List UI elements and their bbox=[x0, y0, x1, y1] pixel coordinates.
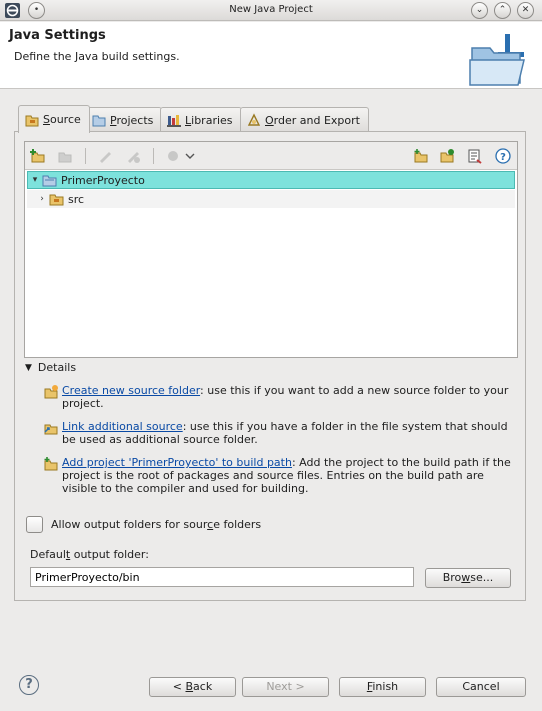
maximize-icon[interactable]: ⌃ bbox=[494, 2, 511, 19]
configure-icon[interactable] bbox=[467, 148, 483, 164]
tab-source-mnemonic: S bbox=[43, 113, 50, 126]
help-icon[interactable]: ? bbox=[495, 148, 511, 164]
source-folder-icon bbox=[25, 115, 39, 126]
svg-text:?: ? bbox=[500, 152, 506, 163]
new-source-folder-icon[interactable] bbox=[413, 148, 429, 164]
page-description: Define the Java build settings. bbox=[14, 50, 180, 63]
link-additional-source-link[interactable]: Link additional source bbox=[62, 420, 183, 433]
allow-output-folders-row[interactable]: Allow output folders for source folders bbox=[26, 516, 261, 533]
tab-projects[interactable]: Projects bbox=[85, 107, 163, 132]
source-toolbar: ? bbox=[25, 142, 517, 170]
tab-source-label: ource bbox=[49, 113, 81, 126]
add-source-folder-icon[interactable] bbox=[30, 148, 46, 164]
page-title: Java Settings bbox=[9, 28, 106, 43]
add-folder-icon[interactable] bbox=[439, 148, 455, 164]
next-button[interactable]: Next > bbox=[242, 677, 329, 697]
create-source-folder-link[interactable]: Create new source folder bbox=[62, 384, 200, 397]
minimize-icon[interactable]: ⌄ bbox=[471, 2, 488, 19]
back-button[interactable]: < Back bbox=[149, 677, 236, 697]
projects-icon bbox=[92, 115, 106, 127]
allow-output-folders-checkbox[interactable] bbox=[26, 516, 43, 533]
title-bar: • New Java Project ⌄ ⌃ ✕ bbox=[0, 0, 542, 21]
tab-projects-label: rojects bbox=[116, 113, 154, 127]
chevron-down-icon[interactable] bbox=[185, 148, 195, 164]
java-project-icon bbox=[42, 175, 57, 187]
toolbar-separator bbox=[153, 148, 154, 164]
chevron-down-icon: ▼ bbox=[25, 362, 32, 373]
order-export-icon bbox=[247, 113, 261, 126]
allow-output-folders-label: Allow output folders for source folders bbox=[51, 518, 262, 531]
edit-icon[interactable] bbox=[97, 148, 113, 164]
link-source-icon bbox=[44, 424, 58, 435]
help-icon[interactable]: ? bbox=[19, 675, 39, 695]
details-section-toggle[interactable]: ▼ Details bbox=[25, 361, 76, 374]
default-output-folder-input[interactable] bbox=[30, 567, 414, 587]
add-to-build-path-icon bbox=[44, 457, 58, 471]
source-folder-tree-box: ? ▾ PrimerProyecto › src bbox=[24, 141, 518, 358]
tree-label-project: PrimerProyecto bbox=[61, 173, 145, 187]
libraries-icon bbox=[167, 115, 181, 127]
link-source-icon[interactable] bbox=[57, 148, 73, 164]
tab-libraries-label: ibraries bbox=[191, 113, 233, 127]
chevron-right-icon[interactable]: › bbox=[35, 194, 49, 204]
tab-order-and-export[interactable]: Order and Export bbox=[240, 107, 369, 132]
default-output-folder-label: Default output folder: bbox=[30, 548, 149, 561]
finish-button[interactable]: Finish bbox=[339, 677, 426, 697]
toolbar-separator bbox=[85, 148, 86, 164]
window-title: New Java Project bbox=[229, 4, 313, 15]
cancel-button[interactable]: Cancel bbox=[436, 677, 526, 697]
tree-label-src: src bbox=[68, 192, 85, 206]
create-folder-icon bbox=[44, 385, 58, 399]
source-tab-panel: ? ▾ PrimerProyecto › src ▼ Details Creat… bbox=[14, 131, 526, 601]
close-icon[interactable]: ✕ bbox=[517, 2, 534, 19]
tab-order-label: rder and Export bbox=[273, 113, 360, 127]
details-heading: Details bbox=[37, 361, 77, 374]
tab-source[interactable]: Source bbox=[18, 105, 90, 133]
toggle-icon[interactable] bbox=[125, 148, 141, 164]
tree-row-src[interactable]: › src bbox=[27, 190, 515, 208]
source-folder-icon bbox=[49, 194, 64, 206]
chevron-down-icon[interactable]: ▾ bbox=[28, 175, 42, 185]
tree-row-project[interactable]: ▾ PrimerProyecto bbox=[27, 171, 515, 189]
add-project-link[interactable]: Add project 'PrimerProyecto' to build pa… bbox=[62, 456, 292, 469]
remove-icon[interactable] bbox=[165, 148, 181, 164]
tab-order-mnemonic: O bbox=[265, 113, 274, 127]
browse-button[interactable]: Browse... bbox=[425, 568, 511, 588]
wizard-header: Java Settings Define the Java build sett… bbox=[0, 22, 542, 89]
tab-libraries[interactable]: Libraries bbox=[160, 107, 242, 132]
new-java-project-banner-icon bbox=[469, 34, 525, 86]
